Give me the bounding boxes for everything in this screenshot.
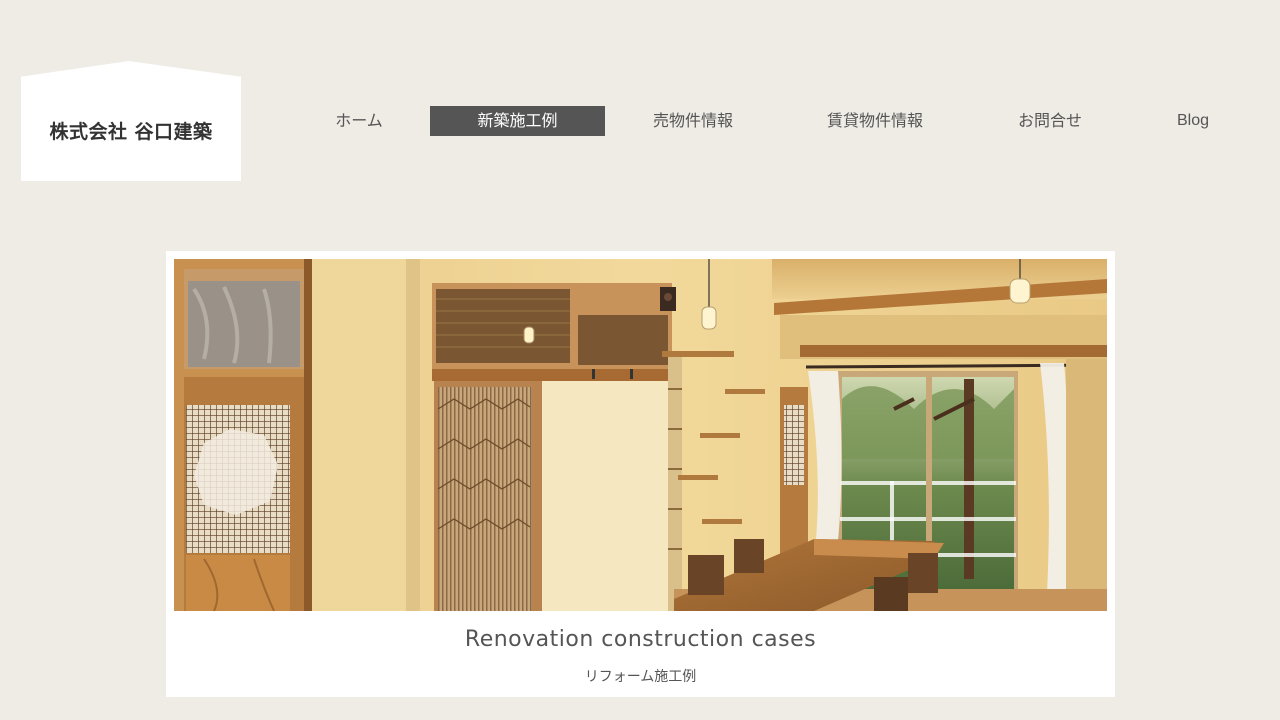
nav-item-home[interactable]: ホーム xyxy=(309,106,409,136)
nav-item-new-construction[interactable]: 新築施工例 xyxy=(430,106,605,136)
nav-item-properties-for-sale[interactable]: 売物件情報 xyxy=(628,106,758,136)
section-title[interactable]: Renovation construction cases xyxy=(166,627,1115,652)
nav-item-rental-properties[interactable]: 賃貸物件情報 xyxy=(800,106,950,136)
nav-item-blog[interactable]: Blog xyxy=(1150,106,1236,136)
feature-card[interactable]: Renovation construction cases リフォーム施工例 xyxy=(166,251,1115,697)
section-subtitle: リフォーム施工例 xyxy=(584,669,697,685)
feature-photo[interactable] xyxy=(174,259,1107,611)
main-nav: ホーム 新築施工例 売物件情報 賃貸物件情報 お問合せ Blog xyxy=(0,106,1280,136)
page: 株式会社 谷口建築 ホーム 新築施工例 売物件情報 賃貸物件情報 お問合せ Bl… xyxy=(0,0,1280,720)
nav-item-contact[interactable]: お問合せ xyxy=(1000,106,1100,136)
